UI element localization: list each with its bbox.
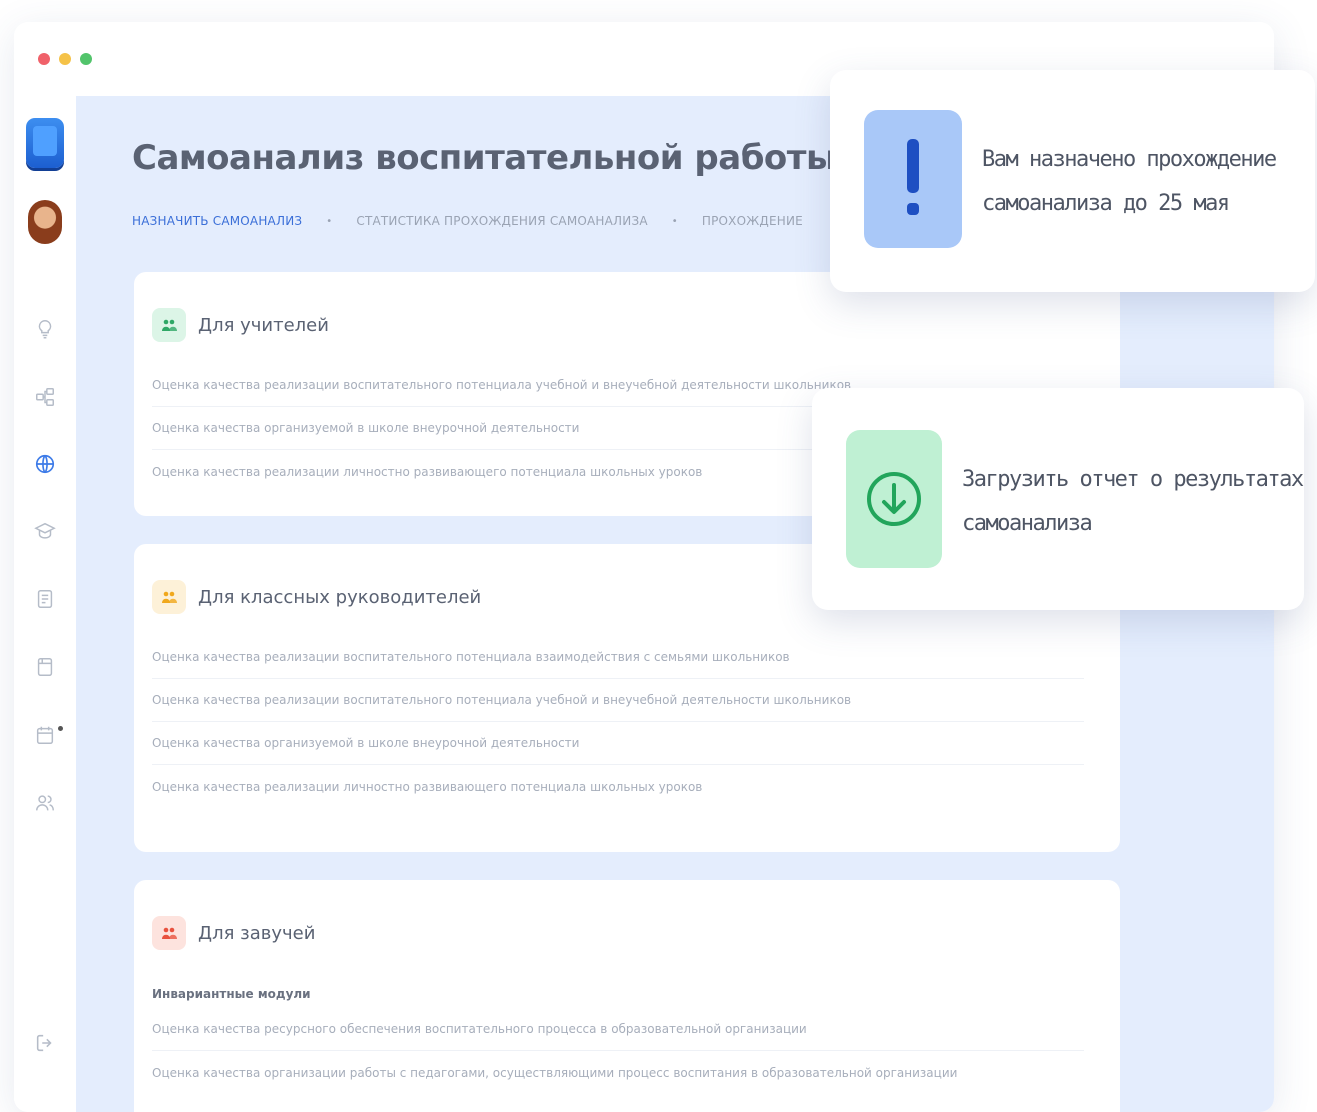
calendar-icon[interactable]	[34, 724, 56, 746]
download-icon	[846, 430, 942, 568]
list-item[interactable]: Оценка качества реализации воспитательно…	[152, 679, 1084, 722]
users-icon	[152, 308, 186, 342]
list-item[interactable]: Оценка качества реализации личностно раз…	[152, 765, 1084, 808]
sidebar	[14, 96, 76, 1112]
document-icon[interactable]	[34, 588, 56, 610]
globe-icon[interactable]	[34, 453, 56, 475]
tab-assign[interactable]: НАЗНАЧИТЬ САМОАНАЛИЗ	[132, 214, 302, 228]
card-deputies: Для завучей Инвариантные модули Оценка к…	[134, 880, 1120, 1112]
notification-line-2: самоанализа до 25 мая	[982, 191, 1230, 216]
card-title: Для классных руководителей	[198, 586, 482, 608]
maximize-window-button[interactable]	[80, 53, 92, 65]
page-title: Самоанализ воспитательной работы	[132, 138, 837, 178]
list-item[interactable]: Оценка качества ресурсного обеспечения в…	[152, 1008, 1084, 1051]
notification-dot	[58, 726, 63, 731]
upload-report-line-1: Загрузить отчет о результатах	[962, 467, 1304, 492]
logout-icon[interactable]	[34, 1032, 56, 1054]
tab-statistics[interactable]: СТАТИСТИКА ПРОХОЖДЕНИЯ САМОАНАЛИЗА	[356, 214, 647, 228]
list-item[interactable]: Оценка качества реализации воспитательно…	[152, 636, 1084, 679]
notebook-icon[interactable]	[34, 656, 56, 678]
upload-report-line-2: самоанализа	[962, 511, 1093, 536]
upload-report-card[interactable]: Загрузить отчет о результатах самоанализ…	[812, 388, 1304, 610]
notification-line-1: Вам назначено прохождение	[982, 147, 1277, 172]
structure-icon[interactable]	[34, 386, 56, 408]
section-subheading: Инвариантные модули	[152, 987, 311, 1001]
close-window-button[interactable]	[38, 53, 50, 65]
minimize-window-button[interactable]	[59, 53, 71, 65]
exclamation-icon	[864, 110, 962, 248]
tab-passing[interactable]: ПРОХОЖДЕНИЕ	[702, 214, 803, 228]
lightbulb-icon[interactable]	[34, 318, 56, 340]
avatar[interactable]	[28, 200, 62, 244]
app-logo[interactable]	[26, 118, 64, 168]
users-icon	[152, 916, 186, 950]
card-title: Для учителей	[198, 314, 329, 336]
tab-bar: НАЗНАЧИТЬ САМОАНАЛИЗ • СТАТИСТИКА ПРОХОЖ…	[132, 214, 803, 228]
card-title: Для завучей	[198, 922, 316, 944]
list-item[interactable]: Оценка качества организуемой в школе вне…	[152, 722, 1084, 765]
graduation-cap-icon[interactable]	[34, 520, 56, 542]
tab-separator: •	[326, 215, 333, 227]
upload-report-text[interactable]: Загрузить отчет о результатах самоанализ…	[962, 458, 1304, 546]
notification-text: Вам назначено прохождение самоанализа до…	[982, 138, 1277, 226]
users-icon[interactable]	[34, 792, 56, 814]
list-item[interactable]: Оценка качества организации работы с пед…	[152, 1051, 1084, 1094]
deadline-notification: Вам назначено прохождение самоанализа до…	[830, 70, 1315, 292]
tab-separator: •	[671, 215, 678, 227]
users-icon	[152, 580, 186, 614]
